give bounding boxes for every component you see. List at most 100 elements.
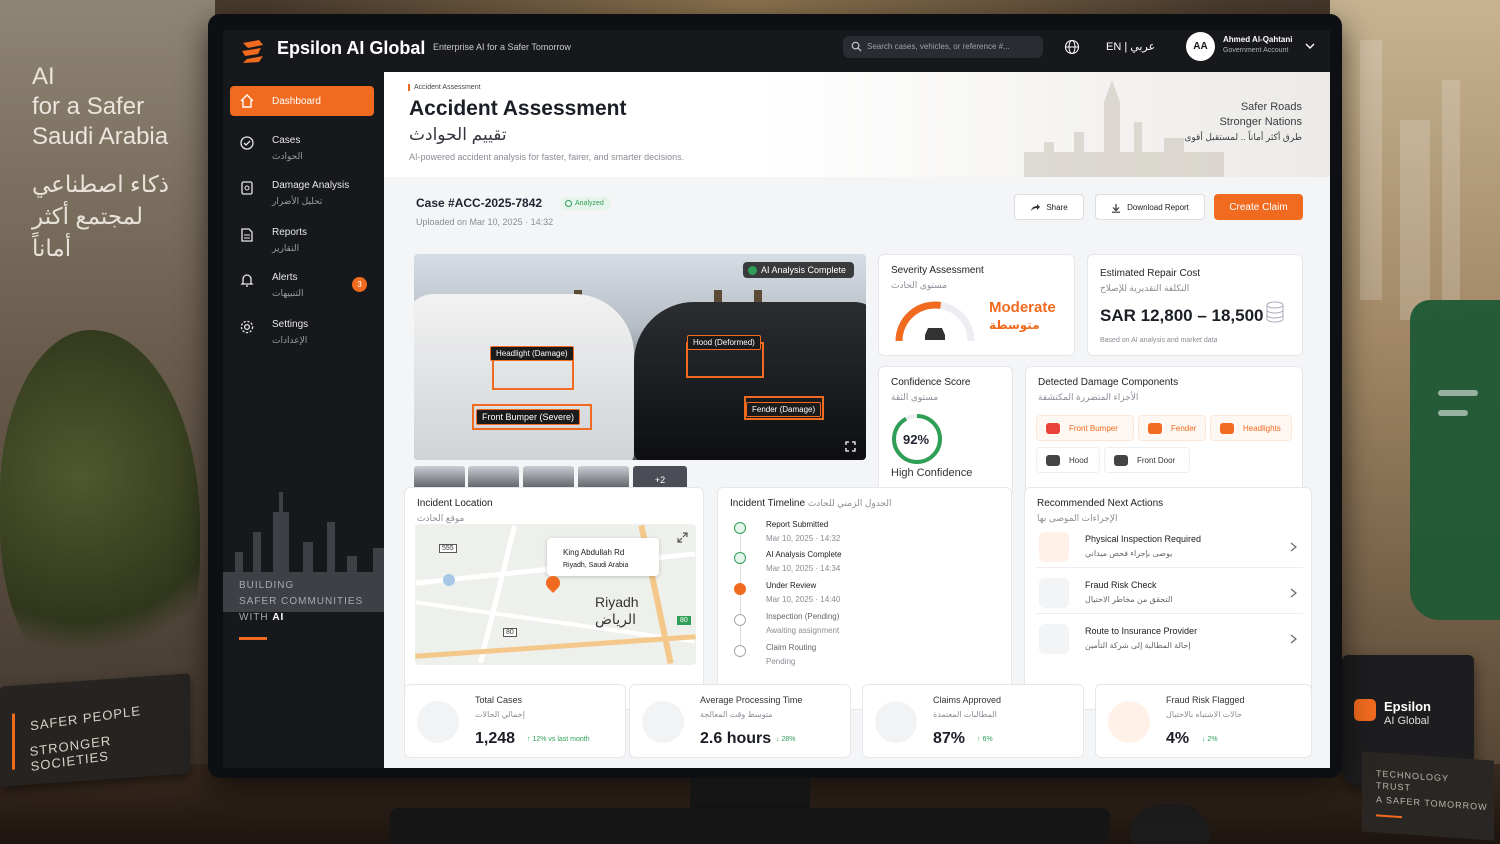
alerts-badge: 3 <box>352 277 367 292</box>
breadcrumb[interactable]: Accident Assessment <box>408 84 481 91</box>
headlight-label: Headlight (Damage) <box>490 346 574 361</box>
front-bumper-label: Front Bumper (Severe) <box>476 409 581 425</box>
page-title-ar: تقييم الحوادث <box>409 125 507 144</box>
backdrop-tagline-ar: ذكاء اصطناعي لمجتمع أكثر أماناً <box>32 171 170 261</box>
search-placeholder: Search cases, vehicles, or reference #..… <box>867 42 1010 51</box>
car-icon <box>1148 423 1162 434</box>
road-shield: 80 <box>677 616 691 625</box>
sidebar-item-damage-analysis[interactable]: Damage Analysis تحليل الأضرار <box>230 173 374 206</box>
car-icon <box>1046 423 1060 434</box>
component-headlights[interactable]: Headlights <box>1210 415 1292 441</box>
repair-cost-value: SAR 12,800 – 18,500 <box>1100 306 1264 325</box>
location-popup: King Abdullah Rd Riyadh, Saudi Arabia <box>547 538 659 576</box>
hero-slogan: Safer Roads Stronger Nations طرق أكثر أم… <box>1184 101 1302 142</box>
incident-map[interactable]: 555 80 80 King Abdullah Rd Riyadh, Saudi… <box>415 524 696 665</box>
check-circle-icon <box>875 701 917 743</box>
pending-step-icon <box>734 645 746 657</box>
clock-icon <box>642 701 684 743</box>
route-arrow-icon <box>1039 624 1069 654</box>
black-sedan <box>634 302 866 460</box>
map-pin-icon[interactable] <box>543 573 563 593</box>
page-subtitle: AI-powered accident analysis for faster,… <box>409 152 685 162</box>
upload-info: Uploaded on Mar 10, 2025 · 14:32 <box>416 217 554 227</box>
incident-location-card: Incident Location موقع الحادث 555 80 80 … <box>404 487 704 710</box>
monitor-stand <box>690 776 810 812</box>
incident-timeline-card: Incident Timeline الجدول الزمني للحادث R… <box>717 487 1012 710</box>
component-front-bumper[interactable]: Front Bumper <box>1036 415 1134 441</box>
ai-analysis-chip: AI Analysis Complete <box>742 262 854 278</box>
check-circle-icon <box>734 552 746 564</box>
saudi-flag <box>1410 300 1500 620</box>
share-button[interactable]: Share <box>1014 194 1084 220</box>
brand-name: Epsilon AI Global <box>277 38 426 58</box>
accident-photo[interactable]: Headlight (Damage) Hood (Deformed) Front… <box>414 254 866 460</box>
main-content: Accident Assessment Accident Assessment … <box>384 72 1330 768</box>
page-title: Accident Assessment <box>409 97 627 120</box>
expand-icon[interactable] <box>677 532 688 543</box>
damage-components-card: Detected Damage Components الأجزاء المتض… <box>1025 366 1303 496</box>
user-role: Government Account <box>1223 47 1289 54</box>
brand-tagline: Enterprise AI for a Safer Tomorrow <box>433 42 571 52</box>
sidebar-item-reports[interactable]: Reports التقارير <box>230 220 374 253</box>
map-city-label: Riyadh الرياض <box>595 594 639 627</box>
coins-icon <box>1266 301 1284 323</box>
severity-gauge <box>895 301 975 342</box>
globe-icon[interactable] <box>1064 39 1080 55</box>
door-icon <box>1114 455 1128 466</box>
next-actions-card: Recommended Next Actions الإجراءات الموص… <box>1024 487 1312 710</box>
action-route-insurance[interactable]: Route to Insurance Provider إحالة المطال… <box>1035 620 1303 660</box>
chevron-down-icon[interactable] <box>1305 42 1315 50</box>
home-icon <box>240 94 254 108</box>
book: SAFER PEOPLE STRONGER SOCIETIES <box>0 673 190 787</box>
cases-icon <box>240 136 254 150</box>
sidebar-item-cases[interactable]: Cases الحوادث <box>230 128 374 161</box>
road-shield: 555 <box>439 544 457 553</box>
chevron-right-icon <box>1290 542 1297 552</box>
car-icon <box>1046 455 1060 466</box>
create-claim-button[interactable]: Create Claim <box>1214 194 1303 220</box>
page-header: Accident Assessment Accident Assessment … <box>384 72 1330 177</box>
sidebar-footer-tagline: BUILDING SAFER COMMUNITIES WITH AI <box>239 580 364 623</box>
check-circle-icon <box>747 266 757 275</box>
desk-card: TECHNOLOGY TRUST A SAFER TOMORROW <box>1362 751 1494 841</box>
damage-icon <box>241 181 253 195</box>
fender-label: Fender (Damage) <box>746 402 822 417</box>
headlight-box <box>492 358 574 390</box>
sidebar-item-alerts[interactable]: Alerts التنبيهات 3 <box>230 265 374 298</box>
action-physical-inspection[interactable]: Physical Inspection Required يوصى بإجراء… <box>1035 528 1303 568</box>
confidence-value: 92% <box>903 432 930 447</box>
check-circle-icon <box>734 522 746 534</box>
share-icon <box>1031 203 1041 211</box>
avatar[interactable]: AA <box>1186 32 1215 61</box>
monitor: Epsilon AI Global Enterprise AI for a Sa… <box>208 14 1342 778</box>
brand-logo-icon <box>242 40 263 63</box>
shield-check-icon <box>1039 578 1069 608</box>
sidebar-item-settings[interactable]: Settings الإعدادات <box>230 312 374 345</box>
search-input[interactable]: Search cases, vehicles, or reference #..… <box>843 36 1043 58</box>
kpi-total-cases: Total Cases إجمالي الحالات 1,248 ↑ 12% vs … <box>404 684 626 758</box>
user-name[interactable]: Ahmed Al-Qahtani <box>1223 35 1292 44</box>
download-report-button[interactable]: Download Report <box>1095 194 1205 220</box>
sidebar: Dashboard Cases الحوادث Damage Analysis … <box>223 72 384 768</box>
download-icon <box>1112 203 1121 213</box>
component-hood[interactable]: Hood <box>1036 447 1100 473</box>
current-step-icon <box>734 583 746 595</box>
inspection-icon <box>1039 532 1069 562</box>
search-icon <box>851 41 862 52</box>
confidence-card: Confidence Score مستوى الثقة 92% High Co… <box>878 366 1013 496</box>
bell-icon <box>240 274 254 287</box>
language-switch[interactable]: EN | عربي <box>1106 40 1155 53</box>
keyboard <box>390 808 1110 844</box>
component-front-door[interactable]: Front Door <box>1104 447 1190 473</box>
chevron-right-icon <box>1290 634 1297 644</box>
top-bar: Epsilon AI Global Enterprise AI for a Sa… <box>223 30 1330 72</box>
kpi-avg-processing-time: Average Processing Time متوسط وقت المعالج… <box>629 684 851 758</box>
severity-value: Moderate <box>989 299 1056 316</box>
headlight-icon <box>1220 423 1234 434</box>
expand-icon[interactable] <box>845 441 856 452</box>
action-fraud-risk-check[interactable]: Fraud Risk Check التحقق من مخاطر الاحتيا… <box>1035 574 1303 614</box>
document-icon <box>417 701 459 743</box>
sidebar-item-dashboard[interactable]: Dashboard <box>230 86 374 116</box>
report-icon <box>241 228 253 242</box>
component-fender[interactable]: Fender <box>1138 415 1206 441</box>
